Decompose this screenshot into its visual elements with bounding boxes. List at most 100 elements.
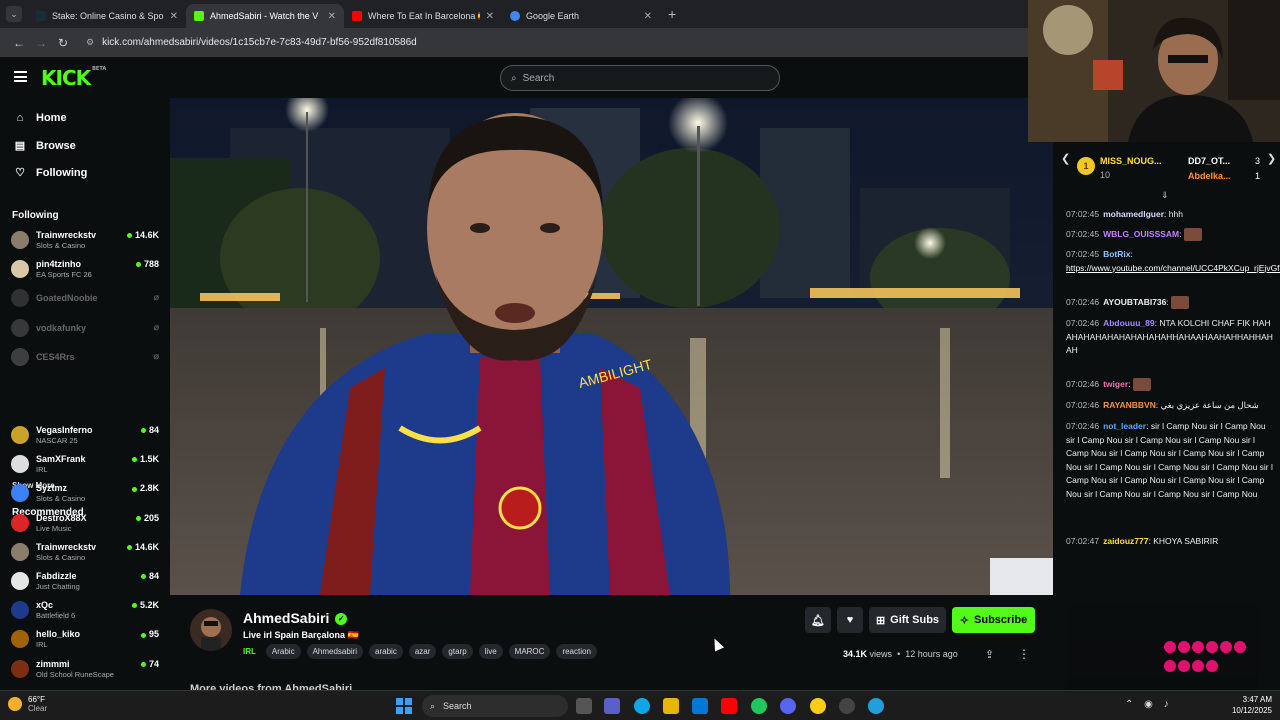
video-player[interactable]: AMBILIGHT: [170, 98, 1053, 595]
channel-name: zimmmi: [36, 658, 70, 669]
gift-subs-button[interactable]: ⊞ Gift Subs: [869, 607, 946, 633]
avatar: [11, 318, 29, 337]
chat-message: 07:02:46 Abdouuu_89: NTA KOLCHI CHAF FIK …: [1066, 318, 1273, 355]
close-tab-icon[interactable]: ✕: [328, 11, 336, 22]
url-field[interactable]: ⚙ kick.com/ahmedsabiri/videos/1c15cb7e-7…: [86, 37, 417, 48]
search-input[interactable]: ⌕ Search: [500, 65, 780, 91]
chevron-left-icon[interactable]: ❮: [1061, 152, 1070, 165]
streamer-name[interactable]: AhmedSabiri ✓: [243, 610, 348, 626]
channel-item[interactable]: vodkafunky ⌀: [11, 316, 161, 342]
sidebar-item-home[interactable]: ⌂ Home: [12, 112, 67, 124]
outlook-icon[interactable]: [692, 698, 708, 714]
site-info-icon[interactable]: ⚙: [86, 37, 94, 48]
channel-item[interactable]: Fabdizzle Just Chatting 84: [11, 569, 161, 595]
channel-item[interactable]: xQc Battlefield 6 5.2K: [11, 598, 161, 624]
browser-tab-youtube[interactable]: Where To Eat In Barcelona 🇪🇸 ✕: [344, 4, 502, 28]
channel-item[interactable]: pin4tzinho EA Sports FC 26 788: [11, 257, 161, 283]
new-tab-icon[interactable]: +: [668, 6, 676, 22]
channel-name: Trainwreckstv: [36, 541, 97, 552]
file-explorer-icon[interactable]: [663, 698, 679, 714]
edge-icon[interactable]: [634, 698, 650, 714]
tab-search-icon[interactable]: ⌄: [6, 6, 22, 22]
tag[interactable]: gtarp: [442, 644, 473, 659]
subscribe-button[interactable]: ✧ Subscribe: [952, 607, 1035, 633]
forward-icon[interactable]: →: [30, 36, 52, 50]
taskbar-search[interactable]: ⌕ Search: [422, 695, 568, 717]
close-tab-icon[interactable]: ✕: [644, 11, 652, 22]
chevron-right-icon[interactable]: ❯: [1267, 152, 1276, 165]
menu-icon[interactable]: [14, 71, 27, 82]
browser-tab-stake[interactable]: Stake: Online Casino & Sports B ✕: [28, 4, 186, 28]
leader-first-name[interactable]: MISS_NOUG...: [1100, 156, 1162, 166]
kick-logo[interactable]: KICK BETA: [41, 66, 106, 90]
chat-link[interactable]: https://www.youtube.com/channel/UCC4PkXC…: [1066, 263, 1280, 273]
viewer-count: 14.6K: [126, 230, 159, 240]
avatar: [11, 542, 29, 561]
chrome-icon[interactable]: [810, 698, 826, 714]
tag[interactable]: Ahmedsabiri: [306, 644, 364, 659]
channel-item[interactable]: Trainwreckstv Slots & Casino 14.6K: [11, 540, 161, 566]
sidebar-item-label: Following: [36, 166, 88, 179]
channel-item[interactable]: SamXFrank IRL 1.5K: [11, 452, 161, 478]
close-tab-icon[interactable]: ✕: [170, 11, 178, 22]
more-options-icon[interactable]: ⋮: [1018, 647, 1030, 661]
reload-icon[interactable]: ↻: [52, 36, 74, 50]
avatar[interactable]: [190, 609, 232, 651]
tag[interactable]: arabic: [369, 644, 403, 659]
clock[interactable]: 3:47 AM 10/12/2025: [1228, 694, 1272, 716]
channel-item[interactable]: GoatedNoobie ⌀: [11, 286, 161, 312]
channel-item[interactable]: VegasInferno NASCAR 25 84: [11, 423, 161, 449]
teams-icon[interactable]: [604, 698, 620, 714]
time-ago: 12 hours ago: [905, 649, 958, 659]
close-tab-icon[interactable]: ✕: [486, 11, 494, 22]
leader-second-count: 3: [1255, 156, 1261, 166]
back-icon[interactable]: ←: [8, 36, 30, 50]
viewer-count: 74: [140, 659, 159, 669]
channel-item[interactable]: zimmmi Old School RuneScape 74: [11, 657, 161, 683]
channel-category: NASCAR 25: [36, 436, 78, 445]
chat-message: 07:02:46 twiger:: [1066, 378, 1274, 392]
share-icon[interactable]: ⇪: [985, 648, 994, 661]
tag[interactable]: reaction: [556, 644, 597, 659]
system-tray[interactable]: ⌃ ◉ ♪: [1125, 699, 1173, 710]
weather-widget[interactable]: 66°F Clear: [8, 695, 47, 713]
channel-item[interactable]: Syztmz Slots & Casino 2.8K: [11, 481, 161, 507]
youtube-icon[interactable]: [721, 698, 737, 714]
leader-second-name[interactable]: DD7_OT...: [1188, 156, 1230, 166]
channel-item[interactable]: CES4Rrs ⌀: [11, 345, 161, 371]
viewer-count: 205: [135, 513, 159, 523]
live-dot-icon: [135, 262, 141, 268]
viewer-count-text: 5.2K: [139, 600, 159, 611]
tag[interactable]: azar: [408, 644, 437, 659]
browser-tab-google-earth[interactable]: Google Earth ✕: [502, 4, 660, 28]
logo-text: KICK: [41, 66, 91, 90]
tag[interactable]: MAROC: [508, 644, 551, 659]
notification-bell-button[interactable]: 🔔︎: [805, 607, 831, 633]
discord-icon[interactable]: [780, 698, 796, 714]
whatsapp-icon[interactable]: [751, 698, 767, 714]
address-bar: ← → ↻ ⚙ kick.com/ahmedsabiri/videos/1c15…: [0, 28, 1028, 57]
sidebar-item-browse[interactable]: ▤ Browse: [12, 139, 76, 153]
sidebar-item-following[interactable]: ♡ Following: [12, 166, 88, 180]
viewer-count-text: 2.8K: [139, 483, 159, 494]
google-earth-favicon-icon: [510, 11, 520, 21]
stream-info: AhmedSabiri ✓ Live irl Spain Barçalona 🇪🇸…: [170, 595, 1053, 695]
tag[interactable]: Arabic: [265, 644, 301, 659]
telegram-icon[interactable]: [868, 698, 884, 714]
channel-item[interactable]: hello_kiko IRL 95: [11, 627, 161, 653]
category-link[interactable]: IRL: [243, 647, 256, 656]
tab-title: Where To Eat In Barcelona 🇪🇸: [368, 10, 480, 21]
scroll-down-icon[interactable]: ⇓: [1161, 190, 1169, 201]
tag[interactable]: live: [478, 644, 503, 659]
leader-third-name[interactable]: Abdelka...: [1188, 171, 1231, 181]
follow-button[interactable]: ♥: [837, 607, 863, 633]
live-dot-icon: [131, 486, 137, 492]
live-dot-icon: [126, 544, 132, 550]
obs-icon[interactable]: [839, 698, 855, 714]
avatar: [11, 630, 29, 649]
channel-item[interactable]: Trainwreckstv Slots & Casino 14.6K: [11, 228, 161, 254]
start-button[interactable]: [396, 698, 412, 714]
browser-tab-kick[interactable]: AhmedSabiri - Watch the V ✕: [186, 4, 344, 28]
channel-item[interactable]: DestroX88X Live Music 205: [11, 511, 161, 537]
task-view-icon[interactable]: [576, 698, 592, 714]
